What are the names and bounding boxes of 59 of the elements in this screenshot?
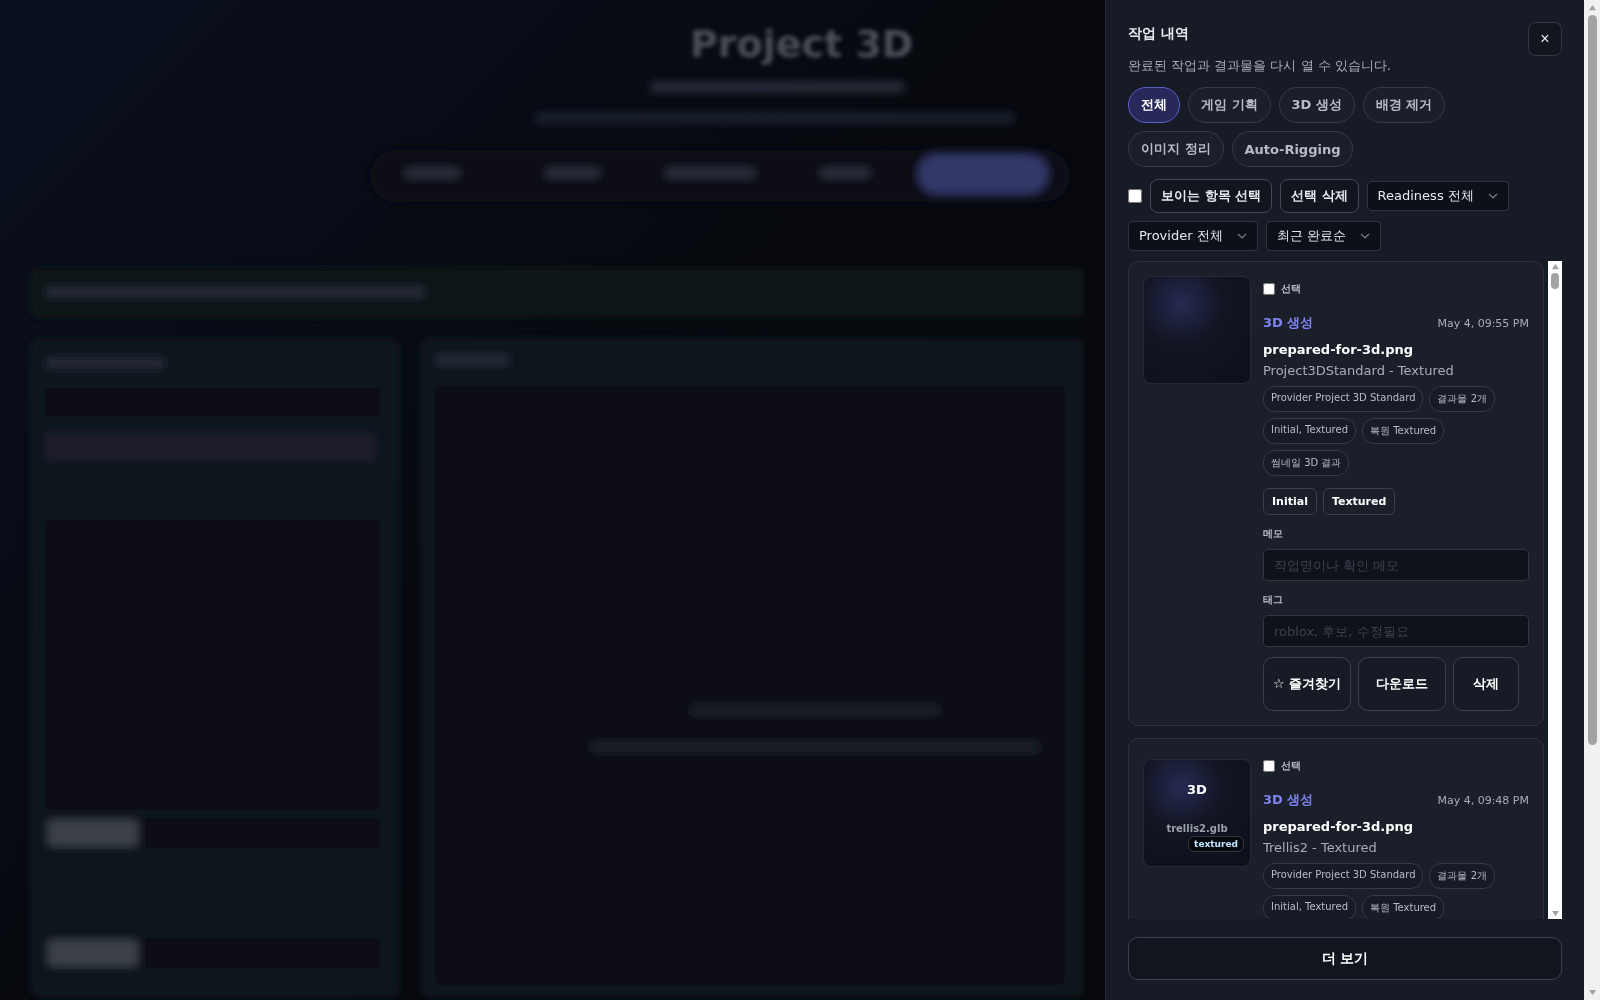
job-filename: prepared-for-3d.png — [1263, 342, 1415, 357]
filter-tab[interactable]: Auto-Rigging — [1231, 131, 1354, 167]
panel-subtitle: 완료된 작업과 결과물을 다시 열 수 있습니다. — [1128, 57, 1391, 75]
tag-label: 태그 — [1263, 593, 1283, 607]
scroll-down-icon[interactable] — [1587, 989, 1597, 996]
info-tag: 복원 Textured — [1362, 418, 1445, 444]
sort-dropdown[interactable]: 최근 완료순 — [1265, 221, 1381, 251]
scroll-thumb[interactable] — [1551, 273, 1559, 289]
variant-button[interactable]: Initial — [1263, 488, 1317, 515]
select-label: 선택 — [1281, 759, 1301, 773]
info-tag: 썸네일 3D 결과 — [1263, 450, 1350, 476]
select-label: 선택 — [1281, 282, 1301, 296]
select-checkbox[interactable] — [1263, 760, 1275, 772]
load-more-button[interactable]: 더 보기 — [1128, 937, 1562, 980]
info-tag: Initial, Textured — [1263, 895, 1356, 919]
select-all-checkbox[interactable] — [1128, 189, 1142, 203]
filter-tab[interactable]: 이미지 정리 — [1128, 131, 1224, 167]
job-model: Trellis2 - Textured — [1263, 840, 1378, 855]
job-model: Project3DStandard - Textured — [1263, 363, 1455, 378]
thumbnail-label: 3D — [1187, 782, 1207, 797]
delete-selected-button[interactable]: 선택 삭제 — [1280, 179, 1359, 213]
action-button[interactable]: 삭제 — [1453, 657, 1519, 711]
job-time: May 4, 09:55 PM — [1437, 316, 1529, 330]
scroll-up-icon[interactable] — [1550, 263, 1560, 270]
page-title: Project 3D — [689, 22, 914, 66]
info-tag: Initial, Textured — [1263, 418, 1356, 444]
job-filename: prepared-for-3d.png — [1263, 819, 1415, 834]
filter-tab[interactable]: 3D 생성 — [1278, 87, 1355, 123]
scroll-down-icon[interactable] — [1550, 910, 1560, 917]
scrollbar[interactable] — [1548, 261, 1562, 919]
info-tag: 복원 Textured — [1362, 895, 1445, 919]
info-tag: Provider Project 3D Standard — [1263, 386, 1424, 412]
filter-tab[interactable]: 게임 기획 — [1188, 87, 1271, 123]
chevron-icon — [1487, 193, 1498, 199]
action-button[interactable]: 다운로드 — [1358, 657, 1446, 711]
action-button[interactable]: ☆ 즐겨찾기 — [1263, 657, 1351, 711]
filter-tab[interactable]: 배경 제거 — [1362, 87, 1446, 123]
chevron-icon — [1359, 233, 1370, 239]
chevron-icon — [1236, 233, 1247, 239]
scroll-up-icon[interactable] — [1587, 4, 1597, 11]
info-tag: Provider Project 3D Standard — [1263, 863, 1424, 889]
select-checkbox[interactable] — [1263, 283, 1275, 295]
job-category: 3D 생성 — [1263, 791, 1314, 809]
variant-button[interactable]: Textured — [1322, 488, 1396, 515]
filter-tab[interactable]: 전체 — [1128, 87, 1180, 123]
info-tag: 결과물 2개 — [1429, 386, 1496, 412]
variant-badge: textured — [1188, 836, 1244, 852]
job-time: May 4, 09:48 PM — [1437, 793, 1529, 807]
scrollbar[interactable] — [1584, 0, 1600, 1000]
job-category: 3D 생성 — [1263, 314, 1314, 332]
provider-dropdown[interactable]: Provider 전체 — [1128, 221, 1258, 251]
close-button[interactable]: × — [1528, 22, 1562, 56]
readiness-dropdown[interactable]: Readiness 전체 — [1366, 181, 1509, 211]
select-visible-button[interactable]: 보이는 항목 선택 — [1150, 179, 1273, 213]
memo-label: 메모 — [1263, 527, 1283, 541]
scroll-thumb[interactable] — [1587, 15, 1597, 745]
info-tag: 결과물 2개 — [1429, 863, 1496, 889]
panel-title: 작업 내역 — [1128, 25, 1190, 43]
thumbnail-filename: trellis2.glb — [1166, 823, 1228, 834]
